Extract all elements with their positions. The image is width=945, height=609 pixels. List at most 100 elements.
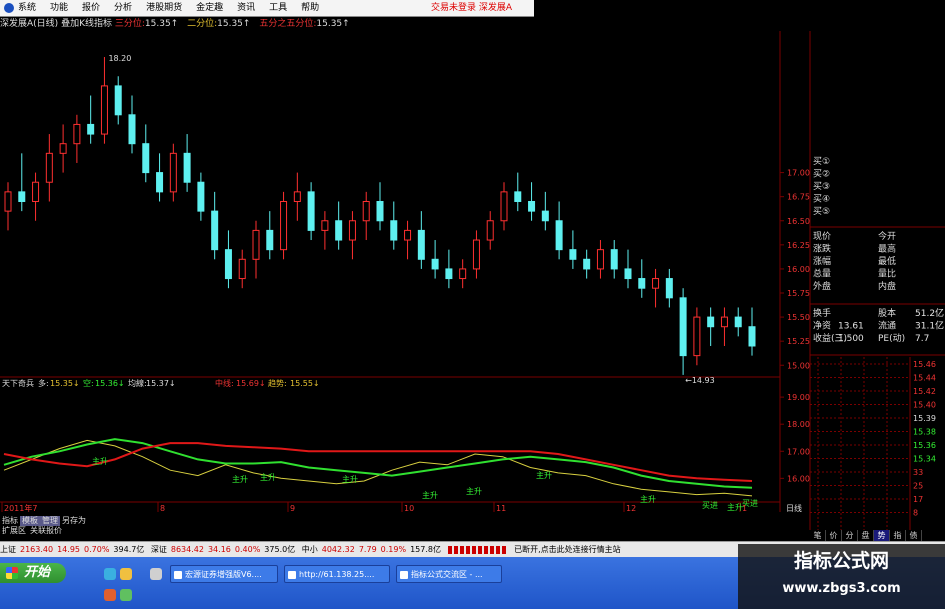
candle-body [431, 258, 439, 270]
candle-body [183, 152, 191, 183]
indicator-signal-label: 主升 [422, 490, 438, 500]
menu-item[interactable]: 功能 [50, 0, 68, 16]
sh-amount: 394.7亿 [113, 545, 145, 554]
extension-tab-row: 扩展区 关联报价 [0, 526, 100, 536]
candle-body [541, 210, 549, 222]
candle-body [693, 316, 701, 357]
sz-index[interactable]: 8634.42 [171, 545, 204, 554]
desktop-icon[interactable] [120, 589, 132, 601]
connection-message[interactable]: 已断开,点击此处连接行情主站 [514, 545, 621, 554]
quote-panel: 买① 买②买③ 买④买⑤ 现价 今开涨跌 最高涨幅 最低总量 量比外盘 内盘换手 股本 51.2亿净… [810, 156, 945, 530]
watermark-title: 指标公式网 [793, 550, 889, 572]
menu-bar: 系统 功能 报价 分析 港股期货 金定趣 资讯 工具 帮助 交易未登录 深发展A [0, 0, 534, 17]
menu-item[interactable]: 系统 [18, 0, 36, 16]
price-tick-label: 17.00 [787, 169, 810, 178]
quote-field-label: 今开 [878, 230, 896, 242]
kline-chart[interactable]: 主升主升 主升 主升主升 主升主升主升买进 主升 买进 17.0016.7516.5016… [0, 17, 945, 530]
candle-body [32, 181, 40, 202]
quote-field-label: 量比 [878, 268, 896, 280]
indicator-signal-label: 主升 [466, 486, 482, 496]
mini-tick-label: 15.39 [913, 414, 936, 423]
date-label: 2011年7 [4, 503, 37, 513]
stat-value: 51.2亿 [915, 307, 944, 319]
candle-body [514, 191, 522, 202]
tab-manage[interactable]: 管理 [40, 516, 60, 526]
menu-item[interactable]: 帮助 [301, 0, 319, 16]
buy-row-label: 买① [813, 156, 830, 167]
indicator-signal-label: 主升 [727, 502, 743, 512]
indicator-signal-label: 主升 [260, 472, 276, 482]
menu-item[interactable]: 分析 [114, 0, 132, 16]
indicator-header-text: 中线: [215, 378, 234, 388]
tab-indicator[interactable]: 指标 [0, 516, 20, 526]
candle-body [169, 152, 177, 193]
ie-icon[interactable] [104, 568, 116, 580]
date-label: 1 [742, 504, 747, 513]
indicator-tick-label: 18.00 [787, 420, 810, 429]
tab-related-quote[interactable]: 关联报价 [28, 526, 64, 536]
tab-ticks[interactable]: 笔 [810, 530, 826, 541]
quote-field-label: 涨跌 [813, 244, 831, 255]
price-tick-label: 16.75 [787, 193, 810, 202]
quote-field-label: 最低 [878, 255, 896, 267]
menu-item[interactable]: 工具 [269, 0, 287, 16]
candle-body [748, 326, 756, 347]
tab-bond[interactable]: 债 [906, 530, 922, 541]
menu-item[interactable]: 金定趣 [196, 0, 223, 16]
candle-body [652, 278, 660, 289]
quote-field-label: 总量 [813, 268, 831, 280]
high-marker: 18.20 [108, 54, 131, 63]
candle-body [390, 220, 398, 241]
media-icon[interactable] [104, 589, 116, 601]
mini-tick-label: 15.44 [913, 374, 936, 383]
yellow-signal-line [3, 439, 753, 497]
quicklaunch-icon[interactable] [150, 568, 162, 580]
trade-login-status[interactable]: 交易未登录 深发展A [431, 0, 512, 16]
tab-save-as[interactable]: 另存为 [60, 516, 88, 526]
tab-index[interactable]: 指 [890, 530, 906, 541]
candle-body [583, 258, 591, 270]
zx-index[interactable]: 4042.32 [322, 545, 355, 554]
candle-body [4, 191, 12, 212]
mini-tick-label: 15.40 [913, 401, 936, 410]
taskbar-window-forum[interactable]: 指标公式交流区 - ... [396, 565, 502, 583]
candle-body [376, 200, 384, 222]
menu-item[interactable]: 港股期货 [146, 0, 182, 16]
candle-body [18, 191, 26, 202]
candle-body [459, 268, 467, 280]
buy-row-label: 买④ [813, 194, 830, 205]
tab-extension[interactable]: 扩展区 [0, 526, 28, 536]
candle-body [142, 143, 150, 174]
price-tick-label: 15.25 [787, 337, 810, 346]
taskbar-window-broker[interactable]: 宏源证券增强版V6.... [170, 565, 278, 583]
candle-body [73, 123, 81, 145]
indicator-panel: 主升主升 主升 主升主升 主升主升主升买进 主升 买进 [3, 438, 758, 512]
zx-label: 中小 [301, 545, 318, 554]
candle-body [211, 210, 219, 251]
taskbar-window-browser[interactable]: http://61.138.25.... [284, 565, 390, 583]
quote-field-label: 最高 [878, 243, 896, 255]
tab-trend[interactable]: 势 [874, 530, 890, 541]
indicator-signal-label: 主升 [640, 494, 656, 504]
windows-flag-icon [6, 567, 18, 579]
folder-icon[interactable] [120, 568, 132, 580]
indicator-signal-label: 主升 [536, 470, 552, 480]
stat-value: 13.61 [838, 322, 864, 332]
indicator-header-text: 空: [83, 378, 94, 388]
menu-item[interactable]: 报价 [82, 0, 100, 16]
candle-body [665, 278, 673, 299]
tab-template[interactable]: 模板 [20, 516, 40, 526]
tab-minute[interactable]: 分 [842, 530, 858, 541]
sh-index[interactable]: 2163.40 [20, 545, 53, 554]
menu-item[interactable]: 资讯 [237, 0, 255, 16]
candle-body [720, 316, 728, 328]
mini-tick-label: 8 [913, 509, 918, 518]
tab-book[interactable]: 盘 [858, 530, 874, 541]
date-label: 9 [290, 504, 295, 513]
candle-body [500, 191, 508, 222]
tab-price[interactable]: 价 [826, 530, 842, 541]
buy-row-label: 买⑤ [813, 206, 830, 217]
price-tick-label: 16.00 [787, 265, 810, 274]
period-end-label: 日线 [786, 503, 802, 513]
low-marker: ←14.93 [685, 376, 715, 385]
